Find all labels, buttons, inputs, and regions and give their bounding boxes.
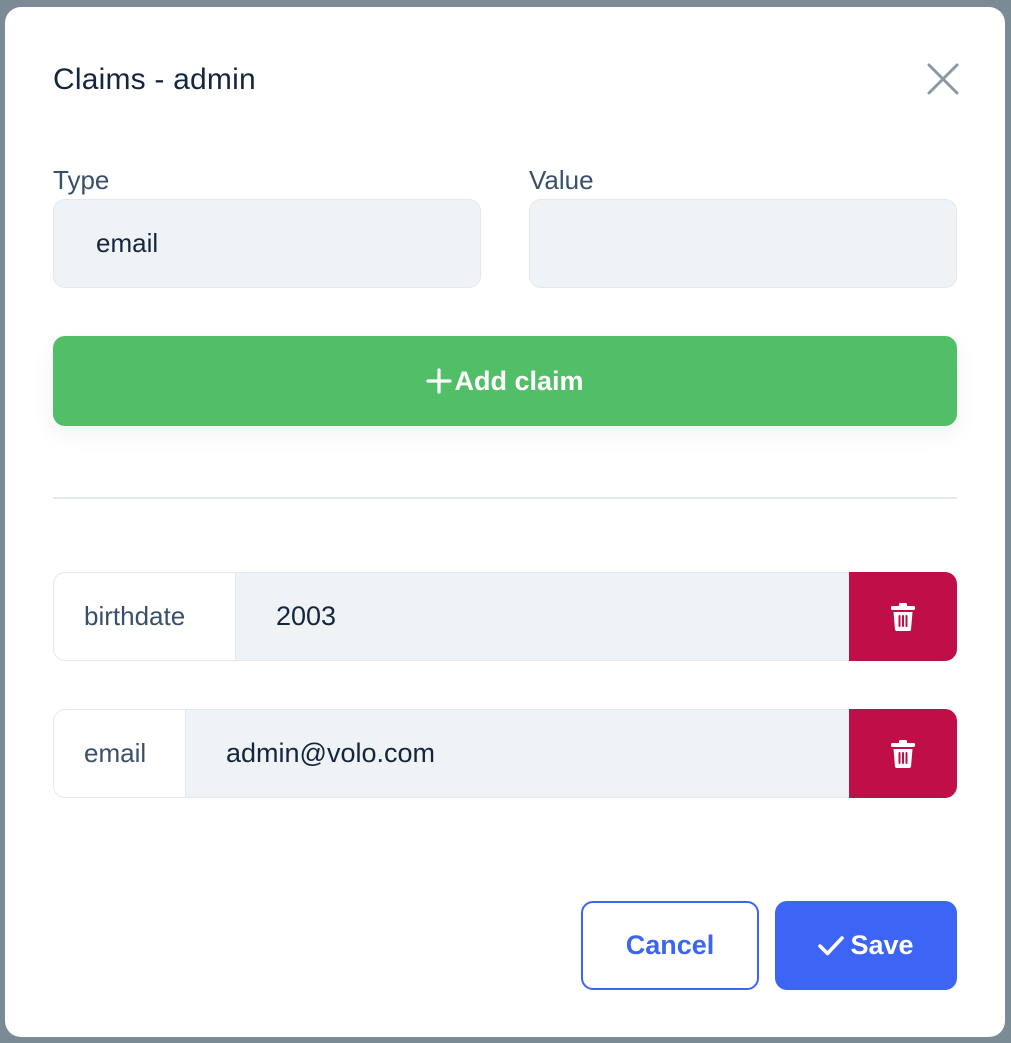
divider xyxy=(53,497,957,499)
claim-row: birthdate xyxy=(53,572,957,661)
add-claim-button[interactable]: Add claim xyxy=(53,336,957,426)
trash-icon xyxy=(891,602,915,631)
add-claim-label: Add claim xyxy=(454,365,584,396)
cancel-button[interactable]: Cancel xyxy=(581,901,759,990)
modal-title: Claims - admin xyxy=(53,63,256,96)
plus-icon xyxy=(426,368,453,394)
value-input[interactable] xyxy=(529,199,957,288)
trash-icon xyxy=(891,739,915,768)
save-button[interactable]: Save xyxy=(775,901,957,990)
check-icon xyxy=(818,935,845,955)
close-button[interactable] xyxy=(923,59,963,99)
type-input[interactable] xyxy=(53,199,481,288)
claim-value-input[interactable] xyxy=(185,709,849,798)
save-label: Save xyxy=(850,930,914,960)
type-label: Type xyxy=(53,165,110,195)
claim-value-input[interactable] xyxy=(235,572,849,661)
value-label: Value xyxy=(529,165,594,195)
claim-type-label: email xyxy=(53,709,185,798)
delete-claim-button[interactable] xyxy=(849,709,957,798)
close-icon xyxy=(927,63,959,95)
delete-claim-button[interactable] xyxy=(849,572,957,661)
claim-type-label: birthdate xyxy=(53,572,235,661)
claim-row: email xyxy=(53,709,957,798)
claims-modal: Claims - admin Type Value Add claim birt… xyxy=(5,7,1005,1037)
